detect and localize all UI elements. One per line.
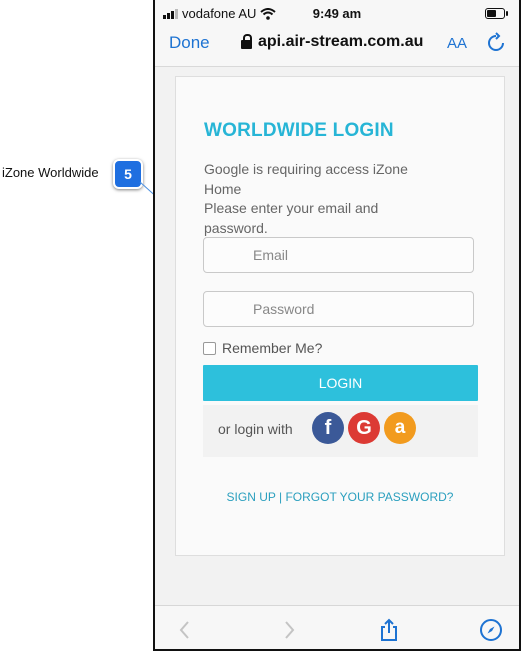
annotation-label: iZone Worldwide [2,165,99,180]
remember-me-label: Remember Me? [222,340,323,356]
remember-me[interactable]: Remember Me? [203,340,322,356]
google-icon[interactable]: G [348,412,380,444]
description-line: Please enter your email and [204,200,379,216]
description-line: Home [204,180,242,197]
url-text: api.air-stream.com.au [258,33,424,50]
url-field[interactable]: api.air-stream.com.au [241,33,423,51]
social-login-label: or login with [218,421,293,437]
login-title: WORLDWIDE LOGIN [204,120,394,141]
address-bar: Done api.air-stream.com.au AA [155,26,519,67]
done-button[interactable]: Done [169,33,210,53]
reload-icon[interactable] [485,32,507,54]
login-description: Google is requiring access iZone Home Pl… [204,160,434,238]
phone-screen: vodafone AU 9:49 am Done api.air-stream.… [153,0,521,651]
email-input[interactable]: Email [203,237,474,273]
lock-icon [241,33,252,49]
safari-toolbar [155,605,519,649]
forward-icon[interactable] [277,618,301,642]
share-icon[interactable] [377,618,401,642]
facebook-icon[interactable]: f [312,412,344,444]
status-bar: vodafone AU 9:49 am [155,0,519,26]
remember-me-checkbox[interactable] [203,341,216,355]
status-time: 9:49 am [312,6,362,21]
annotation-badge: 5 [113,159,143,189]
login-button[interactable]: LOGIN [203,365,478,401]
password-input[interactable]: Password [203,291,474,327]
web-content: WORLDWIDE LOGIN Google is requiring acce… [155,67,519,605]
amazon-icon[interactable]: a [384,412,416,444]
description-line: Google is requiring access iZone [204,161,408,177]
login-card: WORLDWIDE LOGIN Google is requiring acce… [175,76,505,556]
signup-forgot-links[interactable]: SIGN UP | FORGOT YOUR PASSWORD? [176,490,504,504]
back-icon[interactable] [173,618,197,642]
description-line: password. [204,219,268,236]
text-size-button[interactable]: AA [447,35,467,52]
battery-icon [485,8,508,19]
social-login: or login with f G a [203,405,478,457]
compass-icon[interactable] [479,618,503,642]
